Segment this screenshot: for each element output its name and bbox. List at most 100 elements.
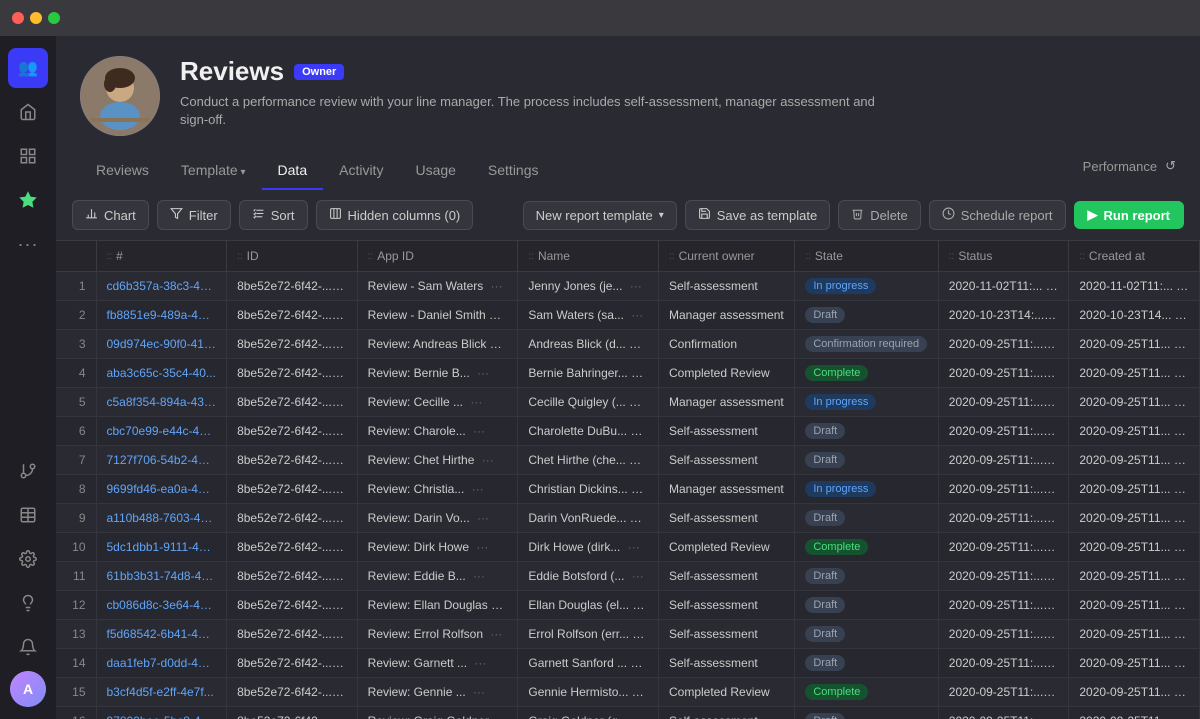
cell-updated-at: 2020-09-25T11... ··· [1069,417,1200,446]
maximize-button[interactable] [48,12,60,24]
table-row[interactable]: 6 cbc70e99-e44c-4bd... 8be52e72-6f42-...… [56,417,1200,446]
sidebar-icon-people[interactable]: 👥 [8,48,48,88]
col-header-state[interactable]: :: Current owner [659,241,795,272]
sort-button[interactable]: Sort [239,200,308,230]
tab-template[interactable]: Template [165,152,262,190]
table-row[interactable]: 15 b3cf4d5f-e2ff-4e7f... 8be52e72-6f42-.… [56,678,1200,707]
cell-created-at: 2020-09-25T11:... ··· [938,446,1069,475]
cell-id: 09d974ec-90f0-41a... [96,330,227,359]
filter-button[interactable]: Filter [157,200,231,230]
sidebar-icon-star[interactable] [8,180,48,220]
cell-current-owner: Cecille Quigley (... ··· [518,388,659,417]
nav-tabs: Reviews Template Data Activity Usage Set… [80,152,1176,190]
sidebar-icon-table[interactable] [8,495,48,535]
cell-created-at: 2020-09-25T11:... ··· [938,620,1069,649]
tab-reviews[interactable]: Reviews [80,152,165,190]
data-table-container[interactable]: :: # :: ID :: [56,241,1200,719]
cell-status: In progress [795,272,938,301]
table-row[interactable]: 16 97800bee-5bc8-43... 8be52e72-6f42-...… [56,707,1200,719]
table-row[interactable]: 11 61bb3b31-74d8-4a6... 8be52e72-6f42-..… [56,562,1200,591]
table-row[interactable]: 9 a110b488-7603-41b... 8be52e72-6f42-...… [56,504,1200,533]
col-header-name[interactable]: :: App ID [357,241,518,272]
chart-button[interactable]: Chart [72,200,149,230]
cell-appid: 8be52e72-6f42-... ··· [227,475,358,504]
table-row[interactable]: 2 fb8851e9-489a-4be... 8be52e72-6f42-...… [56,301,1200,330]
cell-name: Review - Daniel Smith ··· [357,301,518,330]
cell-appid: 8be52e72-6f42-... ··· [227,301,358,330]
table-row[interactable]: 12 cb086d8c-3e64-414... 8be52e72-6f42-..… [56,591,1200,620]
col-header-appid[interactable]: :: ID [227,241,358,272]
columns-icon [329,207,342,223]
cell-created-at: 2020-09-25T11:... ··· [938,475,1069,504]
cell-state: Self-assessment [659,417,795,446]
refresh-icon[interactable]: ↺ [1165,158,1176,174]
tab-settings[interactable]: Settings [472,152,555,190]
app-container: 👥 ··· [0,36,1200,719]
template-select[interactable]: New report template ▾ [523,201,677,230]
delete-button[interactable]: Delete [838,200,921,230]
sidebar-icon-home[interactable] [8,92,48,132]
col-header-id[interactable]: :: # [96,241,227,272]
header-avatar [80,56,160,136]
cell-status: In progress [795,475,938,504]
cell-updated-at: 2020-09-25T11... ··· [1069,475,1200,504]
cell-appid: 8be52e72-6f42-... ··· [227,446,358,475]
table-row[interactable]: 8 9699fd46-ea0a-41d... 8be52e72-6f42-...… [56,475,1200,504]
row-num: 5 [56,388,96,417]
sidebar-icon-branch[interactable] [8,451,48,491]
col-header-updated-at[interactable]: :: Created at [1069,241,1200,272]
table-row[interactable]: 4 aba3c65c-35c4-40... 8be52e72-6f42-... … [56,359,1200,388]
run-report-button[interactable]: ▶ Run report [1074,201,1184,229]
tab-usage[interactable]: Usage [399,152,471,190]
cell-created-at: 2020-09-25T11:... ··· [938,707,1069,719]
minimize-button[interactable] [30,12,42,24]
sidebar-icon-grid[interactable] [8,136,48,176]
schedule-report-button[interactable]: Schedule report [929,200,1066,230]
cell-current-owner: Garnett Sanford ... ··· [518,649,659,678]
sidebar-icon-bell[interactable] [8,627,48,667]
close-button[interactable] [12,12,24,24]
cell-current-owner: Graig Goldner (g... ··· [518,707,659,719]
sidebar-icon-bulb[interactable] [8,583,48,623]
tab-activity[interactable]: Activity [323,152,399,190]
cell-id: 9699fd46-ea0a-41d... [96,475,227,504]
cell-updated-at: 2020-10-23T14... ··· [1069,301,1200,330]
row-num: 4 [56,359,96,388]
col-header-status[interactable]: :: State [795,241,938,272]
table-header-row: :: # :: ID :: [56,241,1200,272]
table-row[interactable]: 14 daa1feb7-d0dd-410a... 8be52e72-6f42-.… [56,649,1200,678]
cell-state: Manager assessment [659,301,795,330]
table-row[interactable]: 13 f5d68542-6b41-461f... 8be52e72-6f42-.… [56,620,1200,649]
cell-name: Review: Charole... ··· [357,417,518,446]
cell-created-at: 2020-09-25T11:... ··· [938,678,1069,707]
cell-status: Draft [795,301,938,330]
sidebar-icon-more[interactable]: ··· [8,224,48,264]
row-num: 13 [56,620,96,649]
data-table: :: # :: ID :: [56,241,1200,719]
col-header-current-owner[interactable]: :: Name [518,241,659,272]
cell-created-at: 2020-09-25T11:... ··· [938,330,1069,359]
table-row[interactable]: 7 7127f706-54b2-45e... 8be52e72-6f42-...… [56,446,1200,475]
hidden-columns-button[interactable]: Hidden columns (0) [316,200,474,230]
cell-id: f5d68542-6b41-461f... [96,620,227,649]
table-row[interactable]: 3 09d974ec-90f0-41a... 8be52e72-6f42-...… [56,330,1200,359]
cell-state: Self-assessment [659,504,795,533]
cell-name: Review - Sam Waters ··· [357,272,518,301]
table-row[interactable]: 5 c5a8f354-894a-43d... 8be52e72-6f42-...… [56,388,1200,417]
cell-updated-at: 2020-09-25T11... ··· [1069,620,1200,649]
save-template-button[interactable]: Save as template [685,200,830,230]
table-row[interactable]: 10 5dc1dbb1-9111-432... 8be52e72-6f42-..… [56,533,1200,562]
cell-state: Confirmation [659,330,795,359]
tab-data[interactable]: Data [262,152,324,190]
col-header-num [56,241,96,272]
cell-id: 7127f706-54b2-45e... [96,446,227,475]
cell-id: cb086d8c-3e64-414... [96,591,227,620]
sidebar-icon-settings[interactable] [8,539,48,579]
cell-id: cd6b357a-38c3-43e... [96,272,227,301]
cell-appid: 8be52e72-6f42-... ··· [227,562,358,591]
cell-current-owner: Christian Dickins... ··· [518,475,659,504]
cell-state: Manager assessment [659,388,795,417]
col-header-created-at[interactable]: :: Status [938,241,1069,272]
user-avatar[interactable]: A [10,671,46,707]
table-row[interactable]: 1 cd6b357a-38c3-43e... 8be52e72-6f42-...… [56,272,1200,301]
